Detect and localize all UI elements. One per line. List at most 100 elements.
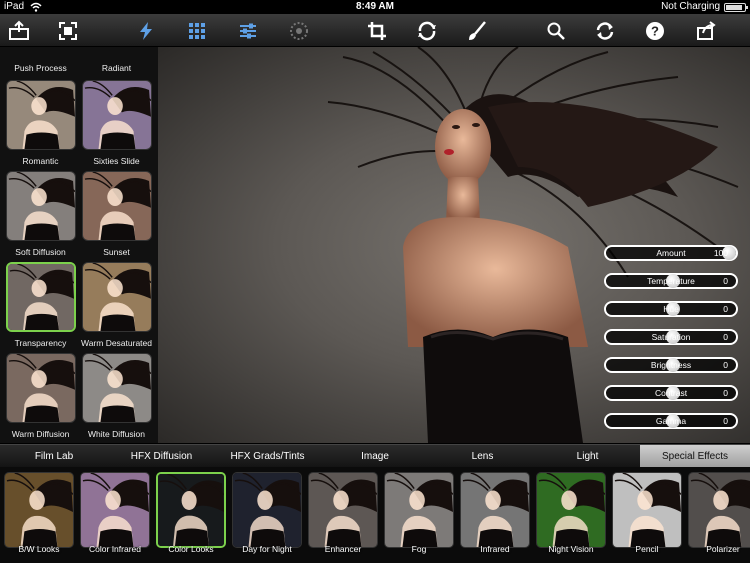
filter-label: Color Looks — [168, 544, 214, 554]
import-icon[interactable] — [6, 18, 32, 44]
slider-saturation[interactable]: Saturation 0 — [604, 329, 738, 345]
refresh-icon[interactable] — [592, 18, 618, 44]
preset-thumbnail — [5, 262, 76, 332]
presets-lightning-icon[interactable] — [133, 18, 159, 44]
filter-strip[interactable]: B/W Looks Color Infrared Color Looks Day fo… — [0, 467, 750, 563]
preset-item[interactable]: White Diffusion — [79, 353, 154, 439]
status-bar: iPad 8:49 AM Not Charging — [0, 0, 750, 14]
filter-thumbnail — [232, 472, 302, 548]
preset-item[interactable]: Sixties Slide — [79, 80, 154, 166]
preset-thumbnail — [5, 171, 76, 241]
preset-label: Sixties Slide — [93, 156, 140, 166]
slider-value: 0 — [723, 388, 728, 398]
filter-item[interactable]: Fog — [383, 472, 455, 554]
fit-screen-icon[interactable] — [55, 18, 81, 44]
filter-label: Color Infrared — [89, 544, 141, 554]
filter-item[interactable]: Polarizer — [687, 472, 750, 554]
filter-thumbnail — [384, 472, 454, 548]
tab-hfx-grads-tints[interactable]: HFX Grads/Tints — [215, 445, 320, 468]
preset-label: Soft Diffusion — [15, 247, 66, 257]
filter-label: B/W Looks — [18, 544, 60, 554]
filter-label: Polarizer — [706, 544, 740, 554]
filter-item[interactable]: Enhancer — [307, 472, 379, 554]
brush-icon[interactable] — [464, 18, 490, 44]
filter-thumbnail — [80, 472, 150, 548]
tab-image[interactable]: Image — [320, 445, 430, 468]
battery-icon — [724, 3, 748, 12]
preset-thumbnail — [81, 353, 152, 423]
filter-thumbnail — [308, 472, 378, 548]
filter-thumbnail — [688, 472, 750, 548]
filter-item[interactable]: Night Vision — [535, 472, 607, 554]
slider-gamma[interactable]: Gamma 0 — [604, 413, 738, 429]
filter-item[interactable]: Color Looks — [155, 472, 227, 554]
charging-status: Not Charging — [661, 1, 720, 12]
slider-amount[interactable]: Amount 100 — [604, 245, 738, 261]
slider-value: 0 — [723, 304, 728, 314]
rotate-icon[interactable] — [414, 18, 440, 44]
filter-label: Pencil — [635, 544, 659, 554]
preset-thumbnail — [5, 80, 76, 150]
tab-hfx-diffusion[interactable]: HFX Diffusion — [108, 445, 215, 468]
slider-brightness[interactable]: Brightness 0 — [604, 357, 738, 373]
preset-item[interactable]: Sunset — [79, 171, 154, 257]
filter-item[interactable]: B/W Looks — [3, 472, 75, 554]
preset-label: Warm Desaturated — [80, 338, 152, 348]
filter-label: Fog — [411, 544, 427, 554]
slider-label: Contrast — [654, 388, 688, 398]
preset-thumbnail — [5, 353, 76, 423]
preset-item[interactable]: Warm Desaturated — [79, 262, 154, 348]
tab-film-lab[interactable]: Film Lab — [0, 445, 108, 468]
clock: 8:49 AM — [356, 1, 394, 12]
svg-text:?: ? — [651, 24, 659, 39]
preset-item[interactable]: Warm Diffusion — [3, 353, 78, 439]
slider-contrast[interactable]: Contrast 0 — [604, 385, 738, 401]
filter-item[interactable]: Day for Night — [231, 472, 303, 554]
preset-sidebar[interactable]: Push Process Radiant Romantic Sixties Sli… — [0, 47, 158, 443]
preset-label: White Diffusion — [87, 429, 145, 439]
filter-thumbnail — [612, 472, 682, 548]
preset-label: Romantic — [22, 156, 59, 166]
slider-label: Temperature — [647, 276, 695, 286]
slider-label: Gamma — [655, 416, 687, 426]
preset-item[interactable]: Transparency — [3, 262, 78, 348]
filter-label: Infrared — [480, 544, 510, 554]
filter-thumbnail — [156, 472, 226, 548]
tab-special-effects[interactable]: Special Effects — [640, 445, 750, 468]
filter-item[interactable]: Infrared — [459, 472, 531, 554]
preset-item[interactable]: Romantic — [3, 80, 78, 166]
preset-label: Transparency — [14, 338, 67, 348]
grid-icon[interactable] — [184, 18, 210, 44]
filter-thumbnail — [536, 472, 606, 548]
slider-temperature[interactable]: Temperature 0 — [604, 273, 738, 289]
preset-label: Warm Diffusion — [11, 429, 70, 439]
slider-label: Brightness — [650, 360, 692, 370]
filter-label: Day for Night — [242, 544, 292, 554]
preset-thumbnail — [81, 80, 152, 150]
crop-icon[interactable] — [364, 18, 390, 44]
preset-label[interactable]: Radiant — [79, 63, 154, 73]
share-icon[interactable] — [693, 18, 719, 44]
main-toolbar: ? — [0, 14, 750, 47]
filter-item[interactable]: Pencil — [611, 472, 683, 554]
zoom-icon[interactable] — [543, 18, 569, 44]
slider-value: 0 — [723, 276, 728, 286]
filter-item[interactable]: Color Infrared — [79, 472, 151, 554]
help-icon[interactable]: ? — [642, 18, 668, 44]
filter-thumbnail — [4, 472, 74, 548]
slider-value: 0 — [723, 332, 728, 342]
category-tabs: Film Lab HFX Diffusion HFX Grads/Tints Imag… — [0, 444, 750, 468]
mask-icon[interactable] — [286, 18, 312, 44]
slider-label: Saturation — [651, 332, 691, 342]
slider-hue[interactable]: Hue 0 — [604, 301, 738, 317]
adjust-sliders-icon[interactable] — [235, 18, 261, 44]
preset-label: Sunset — [103, 247, 130, 257]
preset-label[interactable]: Push Process — [3, 63, 78, 73]
tab-lens[interactable]: Lens — [430, 445, 535, 468]
preset-item[interactable]: Soft Diffusion — [3, 171, 78, 257]
filter-label: Enhancer — [324, 544, 362, 554]
filter-thumbnail — [460, 472, 530, 548]
preset-thumbnail — [81, 262, 152, 332]
tab-light[interactable]: Light — [535, 445, 640, 468]
slider-value: 0 — [723, 416, 728, 426]
